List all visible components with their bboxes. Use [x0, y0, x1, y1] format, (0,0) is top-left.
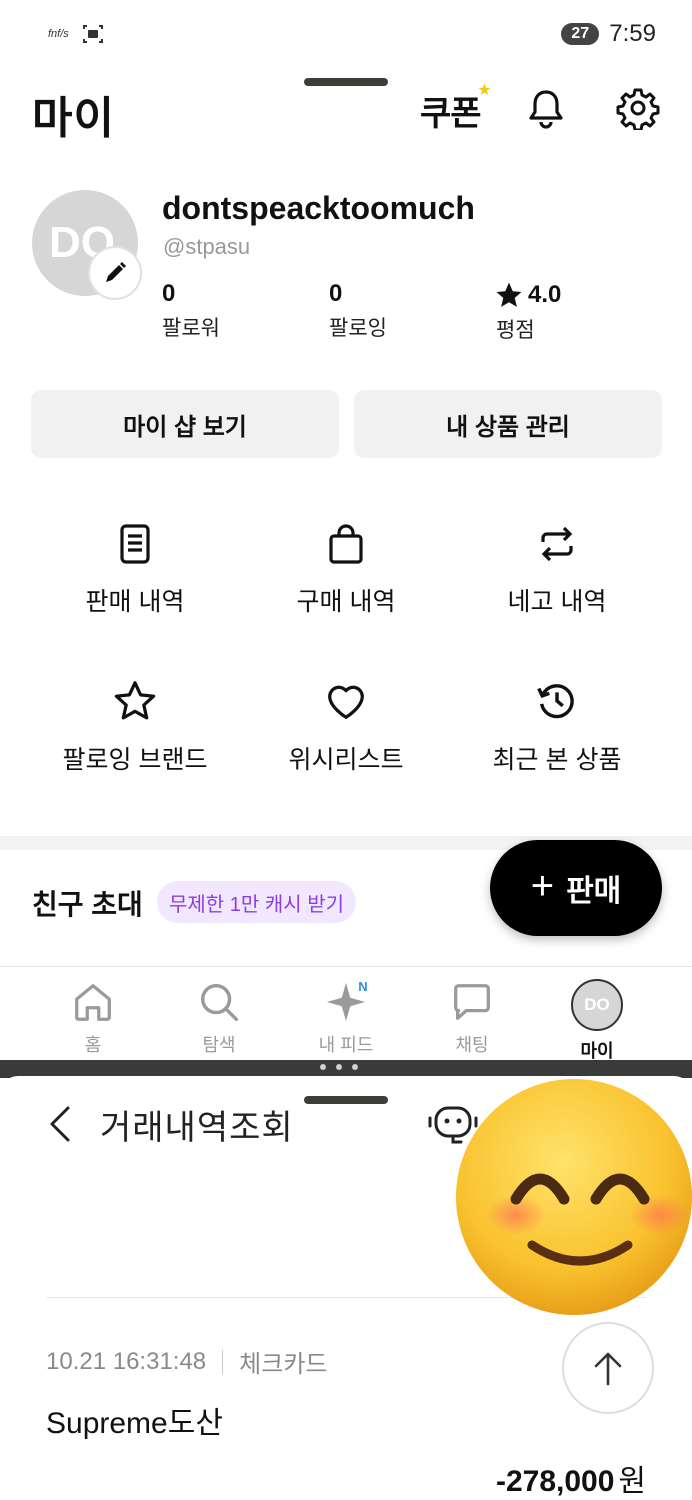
- nav-home[interactable]: 홈: [48, 979, 138, 1057]
- stat-label: 팔로워: [162, 317, 220, 340]
- transaction-datetime: 10.21 16:31:48: [46, 1347, 207, 1375]
- menu-recently-viewed[interactable]: 최근 본 상품: [452, 678, 662, 776]
- back-arrow-icon[interactable]: [40, 1102, 80, 1146]
- page-title: 마이: [32, 94, 115, 143]
- nav-explore[interactable]: 탐색: [174, 979, 264, 1057]
- plus-icon: +: [530, 864, 555, 908]
- transaction-amount: -278,000 원: [496, 1456, 646, 1500]
- menu-label: 최근 본 상품: [492, 746, 622, 774]
- status-right: 27 7:59: [561, 20, 656, 48]
- stat-following[interactable]: 0 팔로잉: [329, 280, 387, 342]
- status-left: fnf/s: [48, 22, 105, 46]
- battery-indicator: 27: [561, 23, 600, 45]
- nav-label: 탐색: [202, 1035, 236, 1055]
- avatar: DO: [571, 979, 623, 1031]
- coupon-label: 쿠폰: [420, 95, 482, 133]
- fab-label: 판매: [566, 875, 622, 908]
- stat-value: 0: [329, 280, 343, 307]
- meta-separator: [222, 1349, 224, 1374]
- menu-label: 판매 내역: [85, 588, 185, 616]
- menu-nego-history[interactable]: 네고 내역: [452, 522, 662, 618]
- screen-capture-icon: [82, 25, 103, 43]
- stat-label: 평점: [496, 319, 535, 342]
- shopping-bag-icon: [329, 524, 363, 564]
- pencil-icon: [106, 262, 126, 282]
- clock: 7:59: [609, 20, 656, 47]
- stat-rating-value: 4.0: [494, 280, 561, 310]
- invite-reward-chip[interactable]: 무제한 1만 캐시 받기: [157, 881, 356, 923]
- menu-label: 팔로잉 브랜드: [62, 746, 208, 774]
- profile-handle: @stpasu: [163, 234, 251, 259]
- lower-page-title: 거래내역조회: [100, 1109, 294, 1147]
- sell-fab-button[interactable]: + 판매: [490, 840, 662, 936]
- stat-rating[interactable]: 4.0 평점: [494, 280, 561, 344]
- new-badge: N: [352, 975, 374, 997]
- star-outline-icon: [114, 681, 156, 720]
- status-bar: fnf/s 27 7:59: [0, 0, 692, 70]
- history-clock-icon: [537, 684, 574, 719]
- exchange-arrows-icon: [541, 526, 573, 562]
- nav-label: 내 피드: [318, 1035, 374, 1055]
- smiling-face-emoji-icon: [456, 1079, 692, 1315]
- coupon-star-icon: ★: [477, 82, 491, 99]
- stat-label: 팔로잉: [329, 317, 387, 340]
- scroll-to-top-button[interactable]: [562, 1322, 654, 1414]
- arrow-up-icon: [594, 1352, 622, 1386]
- nav-my[interactable]: DO 마이: [552, 979, 642, 1063]
- nav-label: 채팅: [455, 1035, 489, 1055]
- menu-following-brands[interactable]: 팔로잉 브랜드: [30, 678, 240, 776]
- menu-label: 위시리스트: [288, 746, 404, 774]
- home-icon: [75, 984, 111, 1021]
- invite-title[interactable]: 친구 초대: [32, 883, 143, 923]
- star-icon: [496, 282, 522, 307]
- menu-label: 네고 내역: [507, 588, 607, 616]
- menu-wishlist[interactable]: 위시리스트: [241, 678, 451, 776]
- my-shop-button[interactable]: 마이 샵 보기: [31, 390, 339, 458]
- profile-username: dontspeacktoomuch: [162, 190, 475, 226]
- drag-handle[interactable]: [304, 1096, 388, 1104]
- header: 마이 쿠폰 ★: [0, 70, 692, 150]
- document-list-icon: [120, 524, 150, 564]
- transaction-type: 체크카드: [239, 1351, 328, 1378]
- rating-number: 4.0: [528, 281, 562, 308]
- coupon-button[interactable]: 쿠폰 ★: [420, 82, 492, 135]
- transaction-meta: 10.21 16:31:48 체크카드: [46, 1344, 327, 1379]
- amount-value: -278,000: [495, 1465, 615, 1498]
- stat-followers[interactable]: 0 팔로워: [162, 280, 220, 342]
- split-handle-dots[interactable]: [320, 1064, 358, 1070]
- nav-feed[interactable]: N 내 피드: [301, 975, 391, 1057]
- my-products-button[interactable]: 내 상품 관리: [354, 390, 662, 458]
- transaction-merchant[interactable]: Supreme도산: [46, 1398, 223, 1442]
- edit-profile-button[interactable]: [88, 246, 142, 300]
- stat-value: 0: [162, 280, 176, 307]
- menu-label: 구매 내역: [296, 588, 396, 616]
- chat-bubble-icon: [454, 984, 490, 1020]
- nav-label: 홈: [84, 1035, 102, 1055]
- heart-icon: [328, 685, 364, 719]
- search-icon: [200, 983, 238, 1021]
- bell-icon[interactable]: [524, 86, 568, 130]
- bottom-nav: 홈 탐색 N 내 피드 채팅 DO 마이: [0, 966, 692, 1062]
- currency-unit: 원: [618, 1465, 646, 1498]
- nav-chat[interactable]: 채팅: [427, 979, 517, 1057]
- gear-icon[interactable]: [616, 86, 660, 130]
- menu-sales-history[interactable]: 판매 내역: [30, 522, 240, 618]
- status-app-label: fnf/s: [48, 28, 69, 40]
- menu-purchase-history[interactable]: 구매 내역: [241, 522, 451, 618]
